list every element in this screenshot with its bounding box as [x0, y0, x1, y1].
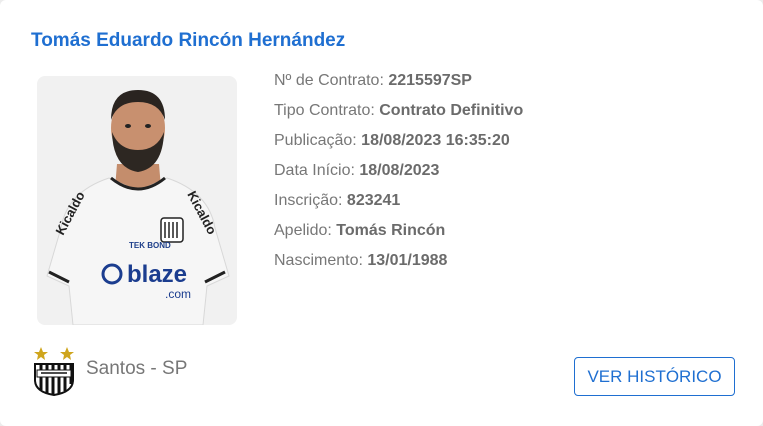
detail-label: Apelido: — [274, 222, 337, 239]
detail-row: Publicação: 18/08/2023 16:35:20 — [274, 131, 523, 161]
detail-row: Nascimento: 13/01/1988 — [274, 251, 523, 281]
detail-row: Nº de Contrato: 2215597SP — [274, 71, 523, 101]
chest-sponsor-small-text: TEK BOND — [129, 241, 171, 250]
player-photo: Kicaldo Kicaldo TEK BOND blaze .com — [37, 76, 237, 325]
santos-crest-icon — [34, 347, 74, 396]
player-portrait-image: Kicaldo Kicaldo TEK BOND blaze .com — [46, 90, 230, 325]
detail-row: Apelido: Tomás Rincón — [274, 221, 523, 251]
detail-label: Inscrição: — [274, 192, 347, 209]
detail-row: Tipo Contrato: Contrato Definitivo — [274, 101, 523, 131]
detail-label: Data Início: — [274, 162, 360, 179]
detail-value: Contrato Definitivo — [379, 102, 524, 119]
club-info: Santos - SP — [31, 346, 187, 396]
view-history-button[interactable]: VER HISTÓRICO — [574, 357, 735, 396]
detail-value: 18/08/2023 16:35:20 — [361, 132, 510, 149]
club-name: Santos - SP — [86, 358, 188, 379]
detail-label: Publicação: — [274, 132, 362, 149]
detail-value: 18/08/2023 — [359, 162, 440, 179]
player-name: Tomás Eduardo Rincón Hernández — [31, 30, 346, 51]
contract-details: Nº de Contrato: 2215597SP Tipo Contrato: … — [274, 71, 523, 281]
detail-row: Data Início: 18/08/2023 — [274, 161, 523, 191]
detail-value: 2215597SP — [388, 72, 472, 89]
detail-label: Nascimento: — [274, 252, 368, 269]
detail-value: Tomás Rincón — [336, 222, 446, 239]
detail-label: Nº de Contrato: — [274, 72, 389, 89]
detail-value: 13/01/1988 — [367, 252, 448, 269]
detail-row: Inscrição: 823241 — [274, 191, 523, 221]
shirt-main-sponsor-text: blaze — [127, 261, 187, 288]
player-card: Tomás Eduardo Rincón Hernández Kicaldo K… — [0, 0, 763, 426]
detail-label: Tipo Contrato: — [274, 102, 380, 119]
shirt-sponsor-sub-text: .com — [165, 287, 191, 301]
detail-value: 823241 — [346, 192, 401, 209]
